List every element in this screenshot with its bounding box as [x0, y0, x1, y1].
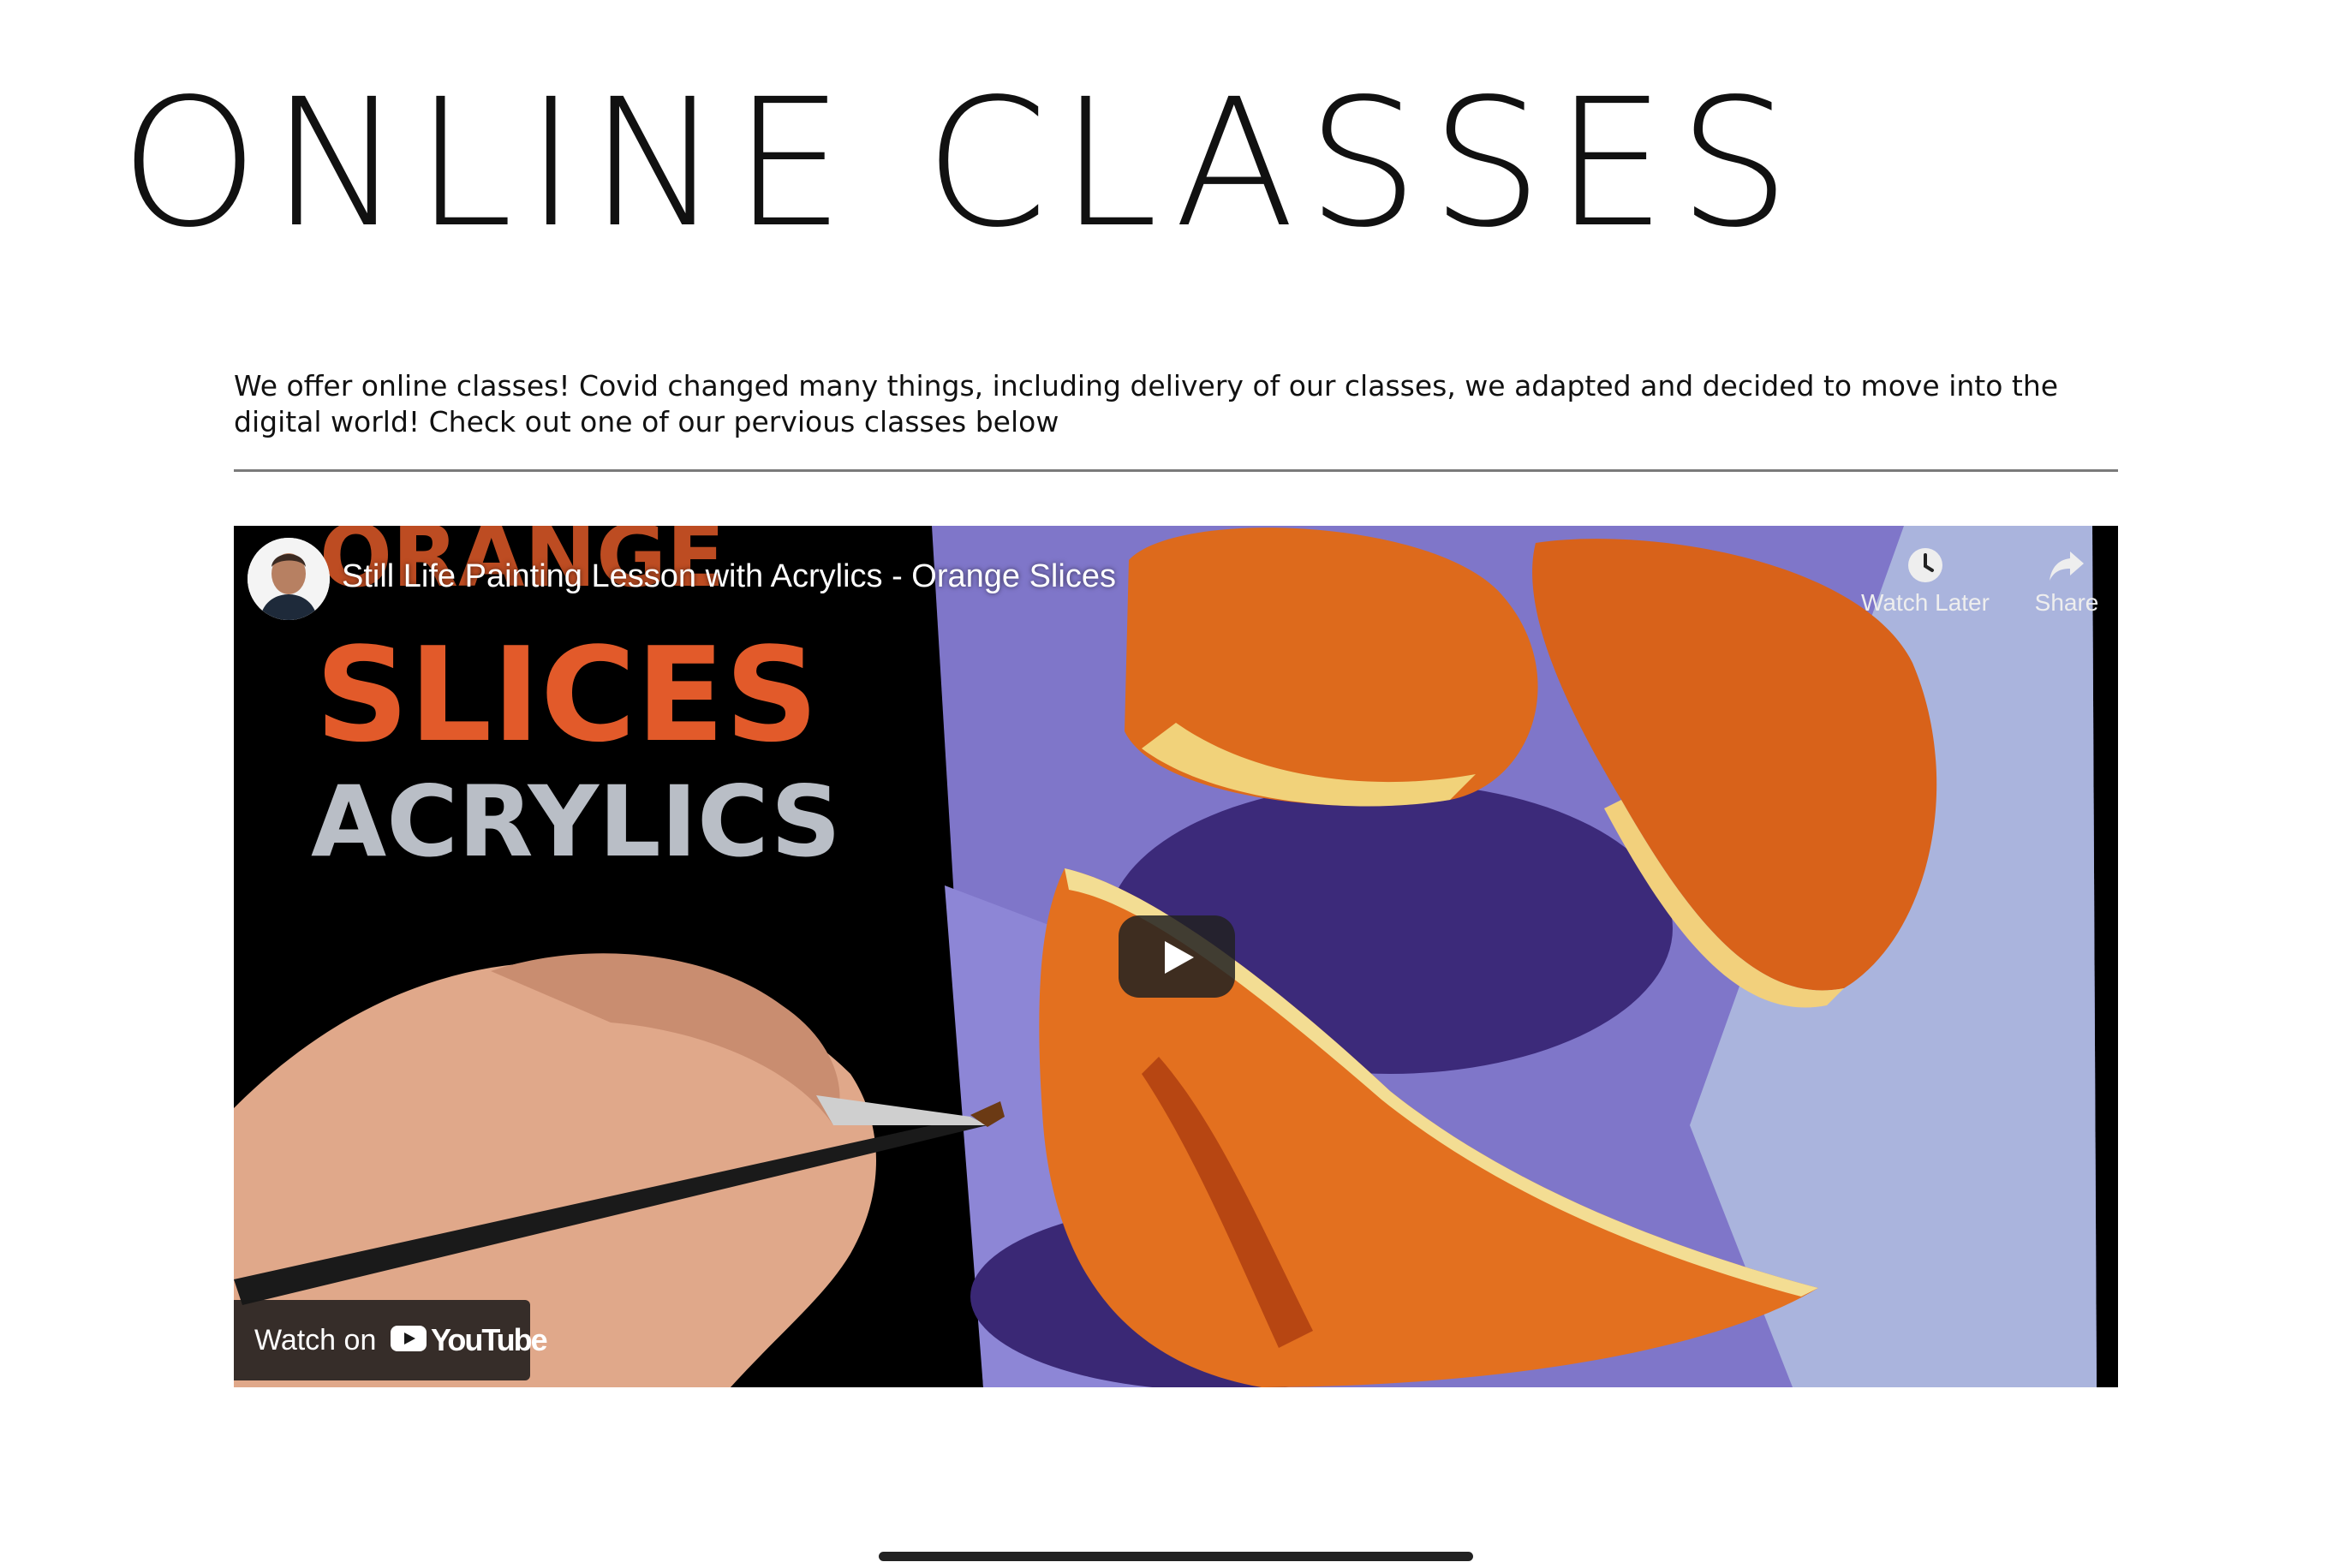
video-title[interactable]: Still Life Painting Lesson with Acrylics… [342, 558, 1116, 595]
clock-icon [1908, 548, 1942, 582]
share-arrow-icon [2050, 551, 2084, 581]
divider [234, 469, 2118, 472]
youtube-logo-icon [391, 1326, 427, 1351]
share-label: Share [2034, 589, 2099, 616]
watch-later-button[interactable]: Watch Later [1861, 546, 1990, 617]
play-icon [1165, 941, 1194, 974]
youtube-wordmark: YouTube [431, 1322, 548, 1357]
watch-later-label: Watch Later [1861, 589, 1990, 616]
share-button[interactable]: Share [2002, 546, 2118, 617]
watch-on-label: Watch on [254, 1324, 377, 1356]
play-button[interactable] [1119, 915, 1235, 998]
intro-text: We offer online classes! Covid changed m… [234, 369, 2059, 438]
page-title: ONLINE CLASSES [120, 61, 1803, 266]
thumbnail-text-acrylics: ACRYLICS [311, 765, 841, 879]
home-indicator[interactable] [879, 1552, 1473, 1561]
watch-on-youtube-button[interactable]: Watch on YouTube [234, 1300, 548, 1380]
youtube-video-embed[interactable]: ORANGE SLICES ACRYLICS Still Life Painti… [234, 526, 2118, 1387]
thumbnail-text-slices: SLICES [315, 619, 819, 771]
channel-avatar[interactable] [248, 538, 330, 620]
